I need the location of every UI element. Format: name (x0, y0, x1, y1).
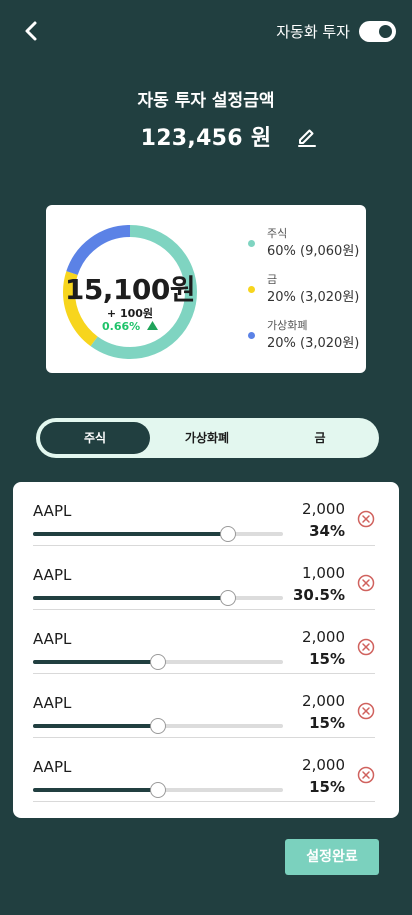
asset-amount: 2,000 (302, 756, 345, 774)
legend-value: 60% (9,060원) (267, 244, 360, 259)
asset-row: AAPL 2,000 15% (33, 610, 375, 674)
complete-settings-button[interactable]: 설정완료 (285, 839, 379, 875)
remove-asset-button[interactable] (357, 702, 375, 720)
remove-asset-button[interactable] (357, 510, 375, 528)
slider-thumb[interactable] (150, 782, 166, 798)
asset-name: AAPL (33, 566, 72, 584)
asset-list-card: AAPL 2,000 34% AAPL 1,000 30.5% AAPL 2,0… (13, 482, 399, 818)
asset-amount: 2,000 (302, 500, 345, 518)
slider-thumb[interactable] (220, 590, 236, 606)
delta-amount: + 100원 (106, 307, 154, 320)
top-bar: 자동화 투자 (0, 0, 412, 64)
chevron-left-icon (25, 21, 37, 41)
asset-name: AAPL (33, 694, 72, 712)
slider-fill (33, 596, 228, 600)
triangle-up-icon (147, 321, 158, 330)
tab-gold[interactable]: 금 (265, 422, 375, 454)
legend-dot (248, 240, 255, 247)
asset-name: AAPL (33, 502, 72, 520)
setting-amount-row: 123,456 원 (0, 120, 412, 152)
asset-percent: 30.5% (292, 586, 345, 604)
legend-value: 20% (3,020원) (267, 336, 360, 351)
donut-center: 15,100원 + 100원 0.66% (60, 222, 200, 362)
legend-name: 금 (267, 273, 278, 286)
total-value: 15,100원 (64, 273, 196, 306)
delta-percent-row: 0.66% (60, 320, 200, 333)
slider-thumb[interactable] (220, 526, 236, 542)
legend-item-stock: 주식 60% (9,060원) (246, 227, 364, 273)
remove-circle-icon (357, 510, 375, 528)
allocation-legend: 주식 60% (9,060원) 금 20% (3,020원) 가상화폐 20% … (246, 227, 364, 365)
back-button[interactable] (20, 18, 44, 44)
slider-fill (33, 724, 158, 728)
asset-row: AAPL 2,000 15% (33, 738, 375, 802)
asset-percent: 34% (309, 522, 345, 540)
auto-invest-label: 자동화 투자 (276, 23, 350, 41)
allocation-slider[interactable] (33, 590, 283, 606)
legend-name: 주식 (267, 227, 288, 240)
asset-type-tabs: 주식 가상화폐 금 (36, 418, 379, 458)
legend-value: 20% (3,020원) (267, 290, 360, 305)
remove-asset-button[interactable] (357, 638, 375, 656)
slider-fill (33, 532, 228, 536)
legend-name: 가상화폐 (267, 319, 308, 332)
asset-amount: 1,000 (302, 564, 345, 582)
toggle-knob (379, 25, 392, 38)
asset-percent: 15% (309, 778, 345, 796)
allocation-slider[interactable] (33, 654, 283, 670)
slider-fill (33, 788, 158, 792)
legend-dot (248, 332, 255, 339)
pencil-icon (298, 129, 316, 147)
asset-percent: 15% (309, 714, 345, 732)
remove-circle-icon (357, 766, 375, 784)
asset-row: AAPL 2,000 34% (33, 482, 375, 546)
remove-circle-icon (357, 574, 375, 592)
asset-row: AAPL 2,000 15% (33, 674, 375, 738)
slider-fill (33, 660, 158, 664)
asset-name: AAPL (33, 758, 72, 776)
slider-thumb[interactable] (150, 654, 166, 670)
remove-circle-icon (357, 702, 375, 720)
tab-stock[interactable]: 주식 (40, 422, 150, 454)
tab-crypto[interactable]: 가상화폐 (152, 422, 262, 454)
allocation-slider[interactable] (33, 782, 283, 798)
legend-item-gold: 금 20% (3,020원) (246, 273, 364, 319)
remove-circle-icon (357, 638, 375, 656)
asset-amount: 2,000 (302, 692, 345, 710)
edit-amount-button[interactable] (296, 125, 318, 147)
asset-percent: 15% (309, 650, 345, 668)
legend-dot (248, 286, 255, 293)
remove-asset-button[interactable] (357, 766, 375, 784)
legend-item-crypto: 가상화폐 20% (3,020원) (246, 319, 364, 365)
asset-row: AAPL 1,000 30.5% (33, 546, 375, 610)
auto-invest-toggle[interactable] (359, 21, 396, 42)
asset-amount: 2,000 (302, 628, 345, 646)
allocation-slider[interactable] (33, 718, 283, 734)
asset-name: AAPL (33, 630, 72, 648)
setting-amount: 123,456 원 (140, 126, 272, 151)
setting-title: 자동 투자 설정금액 (137, 91, 275, 111)
remove-asset-button[interactable] (357, 574, 375, 592)
allocation-slider[interactable] (33, 526, 283, 542)
slider-thumb[interactable] (150, 718, 166, 734)
delta-percent: 0.66% (101, 320, 141, 333)
portfolio-summary-card: 15,100원 + 100원 0.66% 주식 60% (9,060원) 금 2… (46, 205, 366, 373)
